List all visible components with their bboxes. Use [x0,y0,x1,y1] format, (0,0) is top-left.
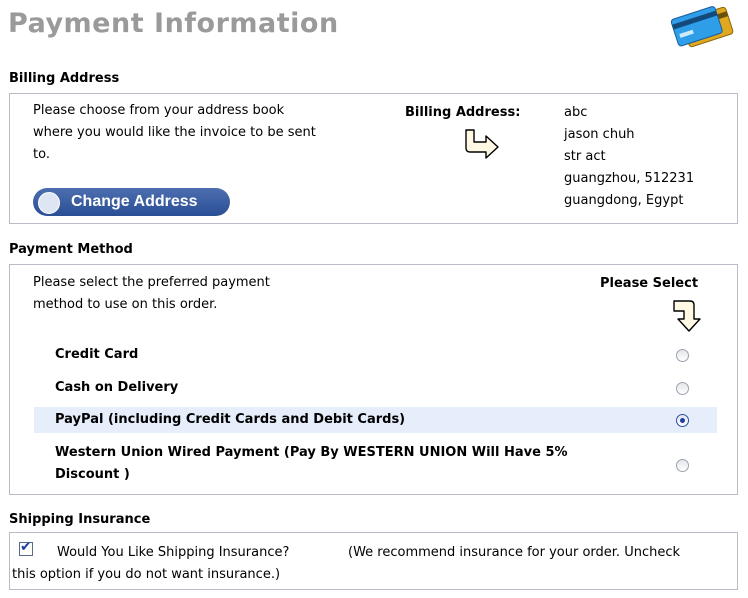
payment-option-label: Credit Card [55,347,139,362]
billing-address-box: Please choose from your address book whe… [9,93,738,224]
billing-address-line: abc [564,105,588,120]
payment-instructions-line: Please select the preferred payment [33,275,270,290]
shipping-insurance-checkbox[interactable] [19,539,33,556]
billing-address-line: jason chuh [564,127,635,142]
payment-option-cash-on-delivery[interactable]: Cash on Delivery [34,375,717,401]
billing-section-title: Billing Address [9,71,120,86]
payment-option-paypal[interactable]: PayPal (including Credit Cards and Debit… [34,407,717,433]
payment-radio-cash-on-delivery[interactable] [676,382,689,395]
please-select-label: Please Select [600,276,699,291]
billing-address-line: guangdong, Egypt [564,193,684,208]
payment-option-label: Western Union Wired Payment (Pay By WEST… [55,445,568,460]
payment-option-label: Cash on Delivery [55,380,179,395]
insurance-section-title: Shipping Insurance [9,512,151,527]
payment-option-label: Discount ) [55,467,130,482]
billing-instructions-line: Please choose from your address book [33,103,285,118]
page-title: Payment Information [8,8,339,39]
payment-radio-western-union[interactable] [676,459,689,472]
curved-arrow-right-icon [465,129,499,159]
billing-instructions-line: to. [33,147,50,162]
credit-card-icon [670,6,734,48]
billing-address-line: guangzhou, 512231 [564,171,695,186]
billing-instructions-line: where you would like the invoice to be s… [33,125,316,140]
change-address-label: Change Address [71,193,198,210]
insurance-question: Would You Like Shipping Insurance? [57,545,290,560]
billing-address-line: str act [564,149,606,164]
payment-option-credit-card[interactable]: Credit Card [34,342,717,368]
payment-radio-credit-card[interactable] [676,349,689,362]
change-address-button[interactable]: Change Address [33,188,230,216]
curved-arrow-down-icon [673,300,701,332]
payment-option-label: PayPal (including Credit Cards and Debit… [55,412,406,427]
payment-instructions-line: method to use on this order. [33,297,218,312]
shipping-insurance-box: Would You Like Shipping Insurance? (We r… [9,532,738,590]
payment-method-box: Please select the preferred payment meth… [9,264,738,495]
payment-option-western-union[interactable]: Western Union Wired Payment (Pay By WEST… [34,441,717,487]
insurance-note-line: (We recommend insurance for your order. … [348,545,681,560]
insurance-note-line: this option if you do not want insurance… [12,567,281,582]
address-book-icon [38,192,60,214]
billing-address-label: Billing Address: [405,105,521,120]
payment-section-title: Payment Method [9,242,133,257]
payment-radio-paypal[interactable] [676,414,689,427]
